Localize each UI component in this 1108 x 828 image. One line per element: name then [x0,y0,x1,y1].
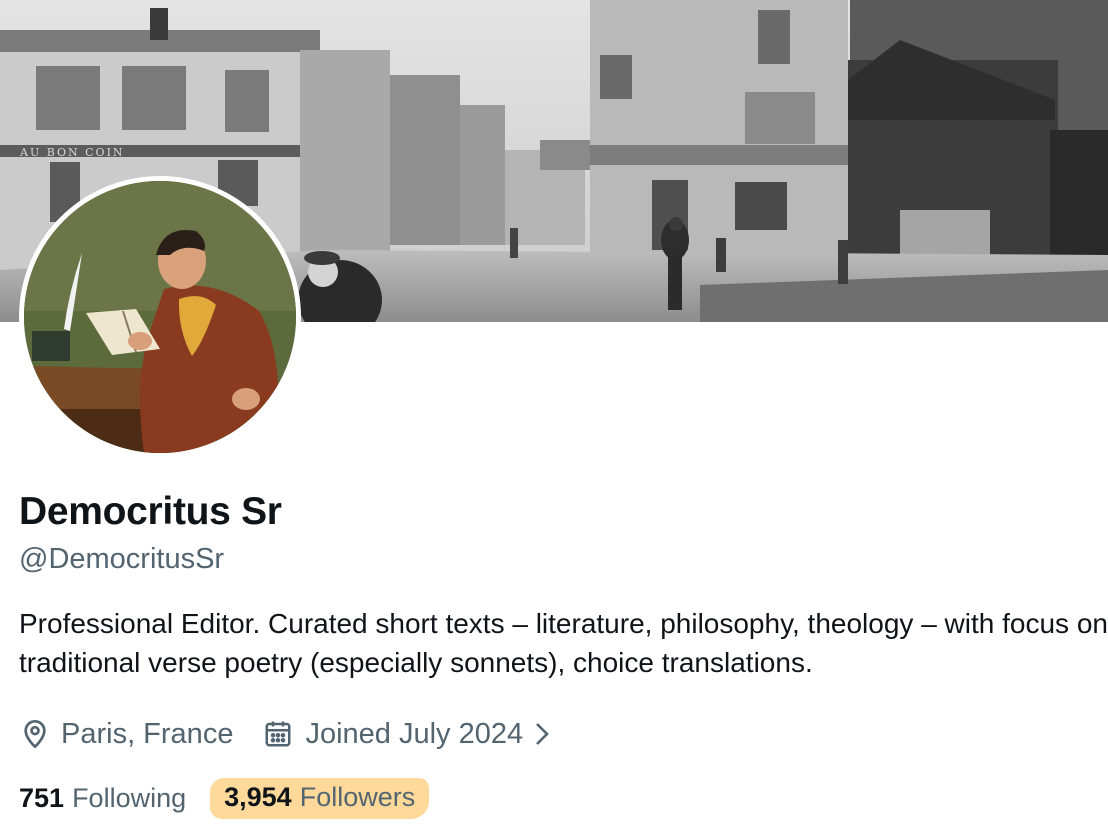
calendar-icon [263,719,293,749]
followers-count: 3,954 [224,781,292,812]
location-text: Paris, France [61,717,234,750]
map-pin-icon [19,718,51,750]
followers-label: Followers [299,781,416,812]
followers-link[interactable]: 3,954 Followers [210,777,430,819]
profile-meta-row: Paris, France Joined July 2024 [19,714,553,754]
following-label: Following [72,782,187,813]
profile-handle: @DemocritusSr [19,543,225,575]
joined-text: Joined July 2024 [305,717,524,750]
profile-location: Paris, France [19,718,233,751]
following-count: 751 [19,782,65,813]
profile-bio: Professional Editor. Curated short texts… [19,608,1108,678]
chevron-right-icon [531,720,553,748]
banner-shop-sign: AU BON COIN [19,146,125,159]
profile-stats-row: 751 Following 3,954 Followers [19,777,430,819]
following-link[interactable]: 751 Following [19,783,186,814]
profile-joined-date[interactable]: Joined July 2024 [263,718,553,751]
profile-display-name: Democritus Sr [19,490,282,533]
profile-avatar[interactable] [19,176,301,458]
